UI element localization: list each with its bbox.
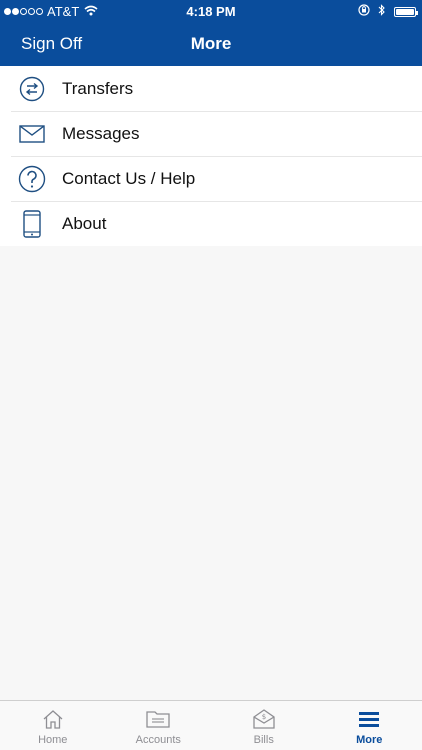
folder-icon (146, 708, 170, 730)
question-circle-icon (18, 165, 46, 193)
menu-item-label: Contact Us / Help (62, 168, 196, 188)
tab-bar: Home Accounts $ Bills More (0, 700, 422, 750)
menu-item-about[interactable]: About (0, 201, 422, 246)
header: AT&T 4:18 PM Sign Off More (0, 0, 422, 66)
bill-envelope-icon: $ (253, 708, 275, 730)
nav-bar: Sign Off More (0, 22, 422, 66)
menu-item-transfers[interactable]: Transfers (0, 66, 422, 111)
tablet-device-icon (18, 210, 46, 238)
tab-more[interactable]: More (317, 701, 422, 750)
tab-label: Bills (253, 734, 274, 746)
battery-level (396, 8, 414, 15)
page-title: More (190, 34, 232, 53)
orientation-lock-icon (358, 4, 370, 19)
svg-text:$: $ (262, 713, 266, 721)
menu-item-messages[interactable]: Messages (0, 111, 422, 156)
hamburger-menu-icon (358, 708, 380, 730)
tab-accounts[interactable]: Accounts (106, 701, 212, 750)
more-menu-list: Transfers Messages Contact Us / Help Abo… (0, 66, 422, 246)
status-right (358, 4, 418, 19)
menu-item-label: About (62, 213, 107, 233)
tab-bills[interactable]: $ Bills (211, 701, 317, 750)
tab-label: Accounts (135, 734, 181, 746)
battery-icon (394, 6, 418, 17)
transfer-arrows-icon (18, 75, 46, 103)
menu-item-label: Transfers (62, 78, 134, 98)
tab-label: More (356, 734, 383, 746)
envelope-icon (18, 120, 46, 148)
menu-item-contact-help[interactable]: Contact Us / Help (0, 156, 422, 201)
status-bar: AT&T 4:18 PM (0, 0, 422, 22)
house-icon (42, 708, 64, 730)
bluetooth-icon (378, 4, 386, 19)
tab-label: Home (38, 734, 68, 746)
menu-item-label: Messages (62, 123, 140, 143)
tab-home[interactable]: Home (0, 701, 106, 750)
